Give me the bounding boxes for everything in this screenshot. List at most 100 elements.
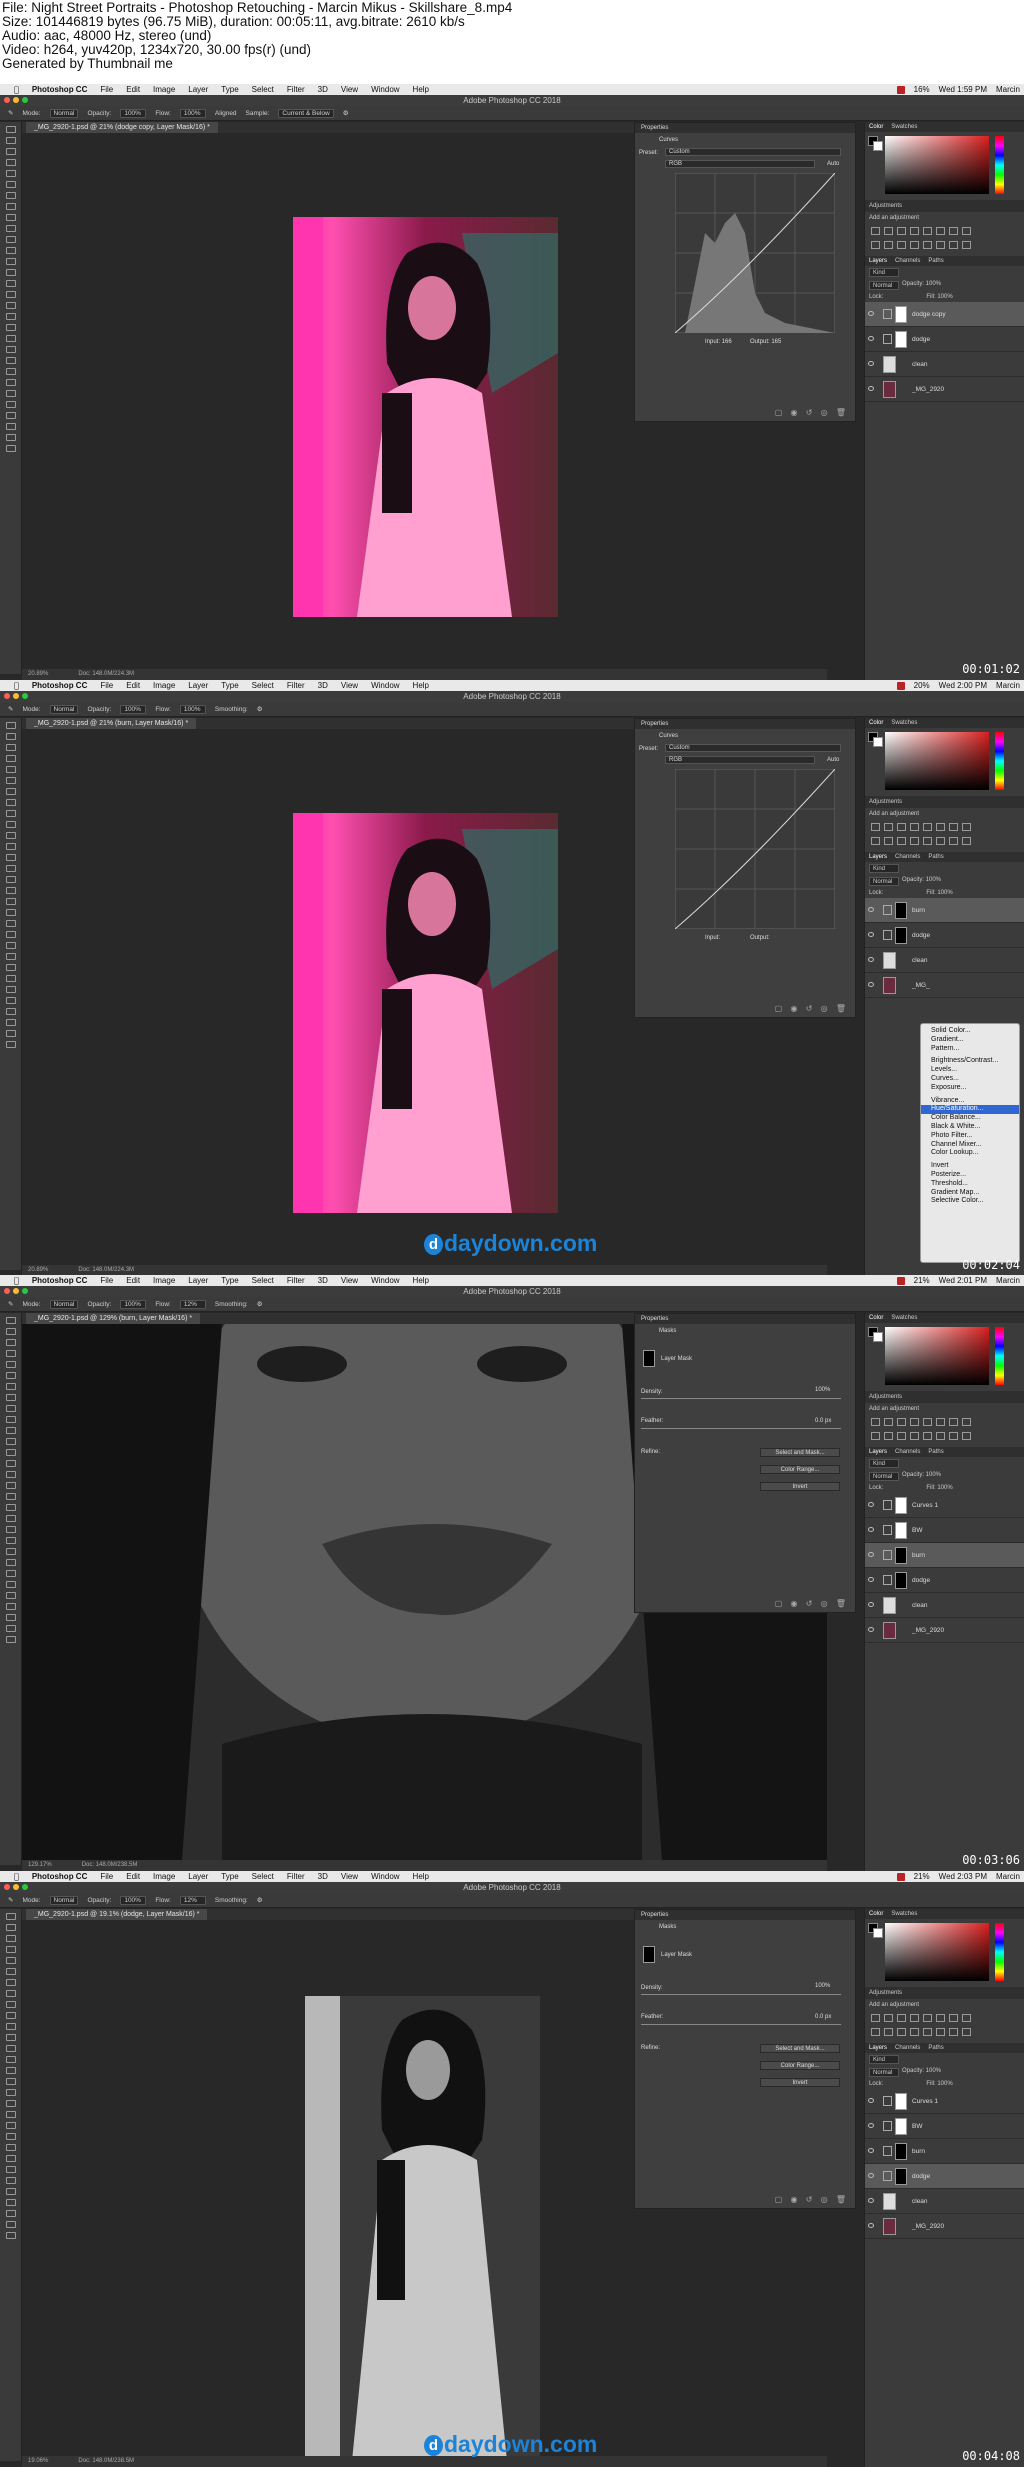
tool-icon[interactable] (6, 1924, 16, 1931)
clock[interactable]: Wed 1:59 PM (939, 84, 987, 95)
color-picker[interactable] (865, 1323, 1024, 1391)
visibility-eye-icon[interactable] (868, 2123, 874, 2128)
tool-icon[interactable] (6, 1416, 16, 1423)
zoom-button[interactable] (22, 97, 28, 103)
adjustment-icon[interactable] (949, 823, 958, 831)
layer-row[interactable]: dodge (865, 327, 1024, 352)
color-range-button[interactable]: Color Range... (760, 2061, 840, 2070)
feather-slider[interactable] (641, 1428, 841, 1429)
hue-slider[interactable] (995, 732, 1004, 790)
tool-icon[interactable] (6, 1460, 16, 1467)
menu-item[interactable]: Color Balance... (921, 1114, 1019, 1123)
menu-filter[interactable]: Filter (287, 84, 305, 95)
tool-icon[interactable] (6, 137, 16, 144)
menu-view[interactable]: View (341, 1871, 358, 1882)
adjustment-icon[interactable] (910, 2014, 919, 2022)
sample-select[interactable]: Current & Below (278, 108, 334, 118)
mode-select[interactable]: Normal (49, 1299, 79, 1309)
document-tab[interactable]: _MG_2920-1.psd @ 19.1% (dodge, Layer Mas… (26, 1909, 208, 1920)
zoom-readout[interactable]: 19.06% (28, 2458, 48, 2464)
tool-icon[interactable] (6, 1438, 16, 1445)
tool-icon[interactable] (6, 1526, 16, 1533)
menu-file[interactable]: File (100, 1871, 113, 1882)
swatches-tab[interactable]: Swatches (891, 718, 917, 728)
tool-icon[interactable] (6, 1581, 16, 1588)
tool-icon[interactable] (6, 821, 16, 828)
user-name[interactable]: Marcin (996, 1275, 1020, 1286)
close-button[interactable] (4, 97, 10, 103)
tool-icon[interactable] (6, 1935, 16, 1942)
density-value[interactable]: 100% (815, 1387, 830, 1393)
menu-select[interactable]: Select (252, 84, 274, 95)
color-picker[interactable] (865, 132, 1024, 200)
user-name[interactable]: Marcin (996, 1871, 1020, 1882)
adjustment-icon[interactable] (871, 837, 880, 845)
app-menu[interactable]: Photoshop CC (32, 680, 88, 691)
opacity-field[interactable]: 100% (120, 108, 147, 118)
tool-icon[interactable] (6, 865, 16, 872)
adjustment-icon[interactable] (936, 241, 945, 249)
brush-tool-icon[interactable]: ✎ (8, 702, 13, 717)
tool-icon[interactable] (6, 412, 16, 419)
menu-window[interactable]: Window (371, 680, 399, 691)
tool-icon[interactable] (6, 434, 16, 441)
layer-fill[interactable]: Fill: 100% (926, 890, 952, 896)
layer-row[interactable]: burn (865, 1543, 1024, 1568)
color-field[interactable] (885, 1327, 989, 1385)
menu-item[interactable]: Photo Filter... (921, 1132, 1019, 1141)
menu-edit[interactable]: Edit (126, 1275, 140, 1286)
tool-icon[interactable] (6, 2078, 16, 2085)
layer-row[interactable]: burn (865, 898, 1024, 923)
visibility-eye-icon[interactable] (868, 1552, 874, 1557)
layers-tab[interactable]: Layers (869, 1447, 887, 1457)
layer-row[interactable]: _MG_2920 (865, 1618, 1024, 1643)
tool-icon[interactable] (6, 1636, 16, 1643)
tool-icon[interactable] (6, 423, 16, 430)
tool-icon[interactable] (6, 1030, 16, 1037)
close-button[interactable] (4, 693, 10, 699)
tool-icon[interactable] (6, 313, 16, 320)
menu-type[interactable]: Type (221, 84, 238, 95)
zoom-button[interactable] (22, 1288, 28, 1294)
menu-item[interactable]: Vibrance... (921, 1097, 1019, 1106)
zoom-button[interactable] (22, 693, 28, 699)
tool-icon[interactable] (6, 2034, 16, 2041)
layer-row[interactable]: clean (865, 2189, 1024, 2214)
menu-view[interactable]: View (341, 84, 358, 95)
layer-opacity[interactable]: Opacity: 100% (902, 281, 941, 290)
color-tab[interactable]: Color (869, 122, 883, 132)
layer-row[interactable]: dodge copy (865, 302, 1024, 327)
adjustment-icon[interactable] (897, 1418, 906, 1426)
tool-icon[interactable] (6, 1482, 16, 1489)
tool-icon[interactable] (6, 1471, 16, 1478)
adjustment-icon[interactable] (962, 241, 971, 249)
adjustment-icon[interactable] (962, 2014, 971, 2022)
tool-icon[interactable] (6, 148, 16, 155)
background-color-swatch[interactable] (873, 141, 883, 151)
channels-tab[interactable]: Channels (895, 2043, 920, 2053)
menu-edit[interactable]: Edit (126, 680, 140, 691)
adjustment-icon[interactable] (871, 823, 880, 831)
tool-icon[interactable] (6, 2133, 16, 2140)
document-tab[interactable]: _MG_2920-1.psd @ 21% (burn, Layer Mask/1… (26, 718, 197, 729)
menu-help[interactable]: Help (413, 1871, 429, 1882)
select-and-mask-button[interactable]: Select and Mask... (760, 1448, 840, 1457)
tool-icon[interactable] (6, 1913, 16, 1920)
adjustment-icon[interactable] (884, 227, 893, 235)
tool-icon[interactable] (6, 1570, 16, 1577)
adjustment-icon[interactable] (936, 1432, 945, 1440)
blend-mode-select[interactable]: Normal (869, 877, 899, 886)
menu-item[interactable]: Pattern... (921, 1045, 1019, 1054)
adjustment-icon[interactable] (936, 2014, 945, 2022)
tool-icon[interactable] (6, 181, 16, 188)
adjustment-icon[interactable] (910, 241, 919, 249)
layer-fill[interactable]: Fill: 100% (926, 1485, 952, 1491)
adjustment-icon[interactable] (949, 1418, 958, 1426)
tool-icon[interactable] (6, 1328, 16, 1335)
tool-icon[interactable] (6, 2221, 16, 2228)
curves-graph[interactable] (675, 769, 835, 929)
menu-3d[interactable]: 3D (318, 1871, 328, 1882)
channel-select[interactable]: RGB (665, 756, 815, 764)
tool-icon[interactable] (6, 1603, 16, 1610)
color-tab[interactable]: Color (869, 1313, 883, 1323)
